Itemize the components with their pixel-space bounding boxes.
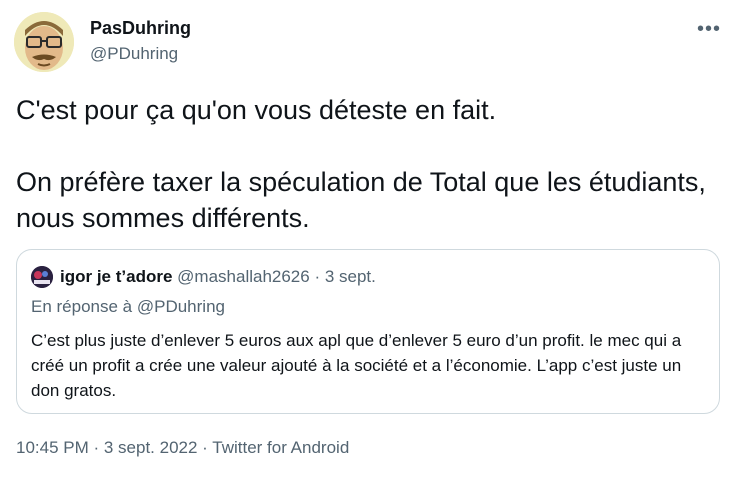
footer-separator: · (88, 438, 104, 457)
tweet-card: PasDuhring @PDuhring ••• C'est pour ça q… (0, 0, 747, 477)
reply-context: En réponse à @PDuhring (31, 297, 225, 317)
quoted-header: igor je t’adore @mashallah2626 · 3 sept. (60, 267, 376, 287)
reply-mention-link[interactable]: @PDuhring (137, 297, 225, 316)
author-handle[interactable]: @PDuhring (90, 44, 178, 64)
quoted-author-name: igor je t’adore (60, 267, 173, 286)
quoted-date: 3 sept. (324, 267, 376, 286)
tweet-text: C'est pour ça qu'on vous déteste en fait… (16, 92, 731, 236)
author-name[interactable]: PasDuhring (90, 18, 191, 39)
tweet-metadata: 10:45 PM · 3 sept. 2022 · Twitter for An… (16, 438, 349, 458)
quoted-author-avatar (31, 266, 53, 288)
quoted-avatar-illustration (31, 266, 53, 288)
tweet-time[interactable]: 10:45 PM (16, 438, 89, 457)
tweet-date[interactable]: 3 sept. 2022 (104, 438, 198, 457)
quoted-tweet[interactable]: igor je t’adore @mashallah2626 · 3 sept.… (16, 249, 720, 414)
tweet-text-paragraph: On préfère taxer la spéculation de Total… (16, 167, 706, 233)
more-options-icon[interactable]: ••• (697, 18, 721, 41)
avatar-illustration (14, 12, 74, 72)
tweet-text-paragraph: C'est pour ça qu'on vous déteste en fait… (16, 95, 497, 125)
reply-prefix: En réponse à (31, 297, 137, 316)
quoted-separator: · (309, 267, 325, 286)
quoted-author-handle: @mashallah2626 (177, 267, 310, 286)
tweet-source[interactable]: Twitter for Android (212, 438, 349, 457)
quoted-tweet-text: C’est plus juste d’enlever 5 euros aux a… (31, 331, 682, 400)
footer-separator: · (197, 438, 213, 457)
author-avatar[interactable] (14, 12, 74, 72)
